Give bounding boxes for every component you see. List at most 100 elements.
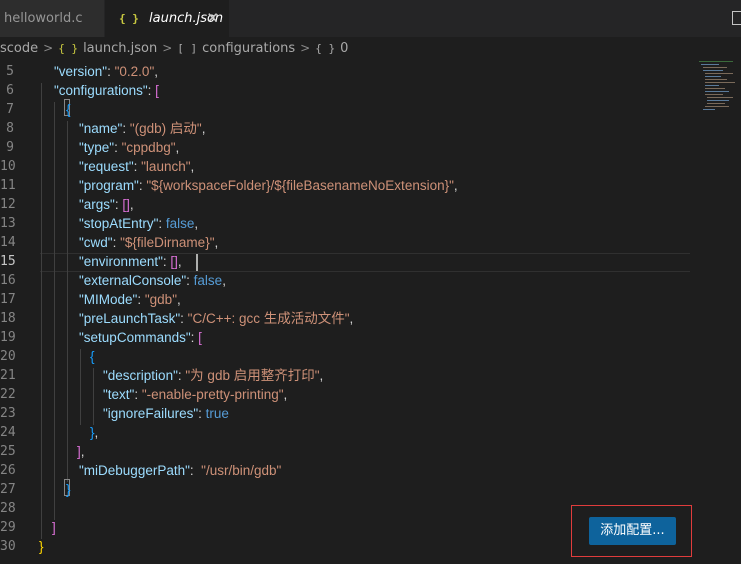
code-editor[interactable]: 5 "version": "0.2.0", 6 "configurations"…: [0, 59, 741, 564]
json-value: "为 gdb 启用整齐打印": [185, 368, 320, 383]
line-number: 8: [6, 121, 14, 136]
code-line: 21 "description": "为 gdb 启用整齐打印",: [0, 368, 324, 383]
line-number: 23: [0, 406, 16, 421]
line-number: 24: [0, 425, 16, 440]
line-number: 17: [0, 292, 16, 307]
breadcrumb: scode > { } launch.json > [ ] configurations > {…: [0, 37, 741, 59]
tab-label: helloworld.c: [4, 11, 83, 26]
code-line: 27 }: [0, 482, 71, 497]
code-line: 9 "type": "cppdbg",: [0, 138, 700, 157]
breadcrumb-folder[interactable]: scode: [0, 41, 38, 56]
json-key: "externalConsole": [79, 273, 187, 288]
json-value: "C/C++: gcc 生成活动文件": [187, 311, 350, 326]
code-line: 12 "args": [],: [0, 197, 134, 212]
line-number: 12: [0, 197, 16, 212]
code-line: 14 "cwd": "${fileDirname}",: [0, 235, 219, 250]
breadcrumb-object-0[interactable]: 0: [340, 41, 348, 56]
line-number: 7: [6, 102, 14, 117]
line-number: 26: [0, 463, 16, 478]
code-line: 8 "name": "(gdb) 启动",: [0, 119, 700, 138]
array-icon: [ ]: [177, 42, 198, 55]
code-line: 24 },: [0, 425, 99, 440]
json-key: "environment": [79, 254, 163, 269]
json-key: "MIMode": [79, 292, 138, 307]
line-number: 18: [0, 311, 16, 326]
json-key: "version": [54, 64, 108, 79]
line-number: 15: [0, 254, 16, 269]
add-configuration-button[interactable]: 添加配置...: [589, 517, 676, 545]
code-line: 20 {: [0, 349, 95, 364]
code-line: 6 "configurations": [: [0, 81, 700, 100]
json-key: "program": [79, 178, 139, 193]
line-number: 30: [0, 539, 16, 554]
object-icon: { }: [315, 42, 336, 55]
json-key: "request": [79, 159, 134, 174]
code-line: 16 "externalConsole": false,: [0, 273, 226, 288]
json-key: "description": [103, 368, 178, 383]
json-value: "cppdbg": [121, 140, 176, 155]
json-value: "${workspaceFolder}/${fileBasenameNoExte…: [146, 178, 454, 193]
json-key: "type": [79, 140, 115, 155]
line-number: 11: [0, 178, 16, 193]
minimap[interactable]: [697, 59, 741, 121]
code-line: 15 "environment": [],: [0, 254, 182, 269]
line-number: 13: [0, 216, 16, 231]
line-number: 29: [0, 520, 16, 535]
code-line: 5 "version": "0.2.0",: [0, 62, 700, 81]
line-number: 5: [6, 64, 14, 79]
code-line: 22 "text": "-enable-pretty-printing",: [0, 387, 288, 402]
line-number: 19: [0, 330, 16, 345]
code-line: 26 "miDebuggerPath": "/usr/bin/gdb": [0, 463, 282, 478]
chevron-right-icon: >: [300, 41, 311, 55]
code-line: 17 "MIMode": "gdb",: [0, 292, 181, 307]
tab-launch-json[interactable]: { } launch.json ✕: [105, 0, 229, 37]
json-value: "gdb": [144, 292, 177, 307]
json-value: "-enable-pretty-printing": [141, 387, 284, 402]
line-number: 10: [0, 159, 16, 174]
json-key: "ignoreFailures": [103, 406, 199, 421]
json-key: "preLaunchTask": [79, 311, 181, 326]
json-value: false: [165, 216, 195, 231]
line-number: 25: [0, 444, 16, 459]
tab-bar: helloworld.c { } launch.json ✕: [0, 0, 741, 37]
line-number: 6: [6, 83, 14, 98]
line-number: 28: [0, 501, 16, 516]
code-line: 7 {: [0, 100, 700, 119]
line-number: 9: [6, 140, 14, 155]
chevron-right-icon: >: [162, 41, 173, 55]
tab-helloworld-c[interactable]: helloworld.c: [0, 0, 104, 37]
json-value: "/usr/bin/gdb": [201, 463, 282, 478]
json-key: "text": [103, 387, 135, 402]
json-value: false: [193, 273, 223, 288]
json-value: "launch": [141, 159, 191, 174]
line-number: 27: [0, 482, 16, 497]
json-file-icon: { }: [119, 12, 139, 25]
line-number: 16: [0, 273, 16, 288]
split-editor-icon[interactable]: [732, 11, 741, 25]
json-key: "stopAtEntry": [79, 216, 159, 231]
breadcrumb-configurations[interactable]: configurations: [202, 41, 295, 56]
code-line: 23 "ignoreFailures": true: [0, 406, 229, 421]
json-value: true: [205, 406, 229, 421]
close-icon[interactable]: ✕: [206, 0, 219, 37]
code-line: 11 "program": "${workspaceFolder}/${file…: [0, 178, 458, 193]
json-key: "miDebuggerPath": [79, 463, 190, 478]
json-value: "${fileDirname}": [120, 235, 215, 250]
json-key: "configurations": [54, 83, 148, 98]
json-file-icon: { }: [58, 42, 79, 55]
json-value: "0.2.0": [114, 64, 155, 79]
line-number: 20: [0, 349, 16, 364]
json-value: "(gdb) 启动": [129, 121, 202, 136]
text-cursor: [196, 254, 198, 271]
code-line: 19 "setupCommands": [: [0, 330, 202, 345]
json-key: "args": [79, 197, 115, 212]
line-number: 22: [0, 387, 16, 402]
chevron-right-icon: >: [43, 41, 54, 55]
code-line: 13 "stopAtEntry": false,: [0, 216, 199, 231]
json-key: "name": [79, 121, 123, 136]
breadcrumb-file[interactable]: launch.json: [83, 41, 157, 56]
code-line: 25 ],: [0, 444, 85, 459]
line-number: 21: [0, 368, 16, 383]
line-number: 14: [0, 235, 16, 250]
code-line: 10 "request": "launch",: [0, 159, 195, 174]
